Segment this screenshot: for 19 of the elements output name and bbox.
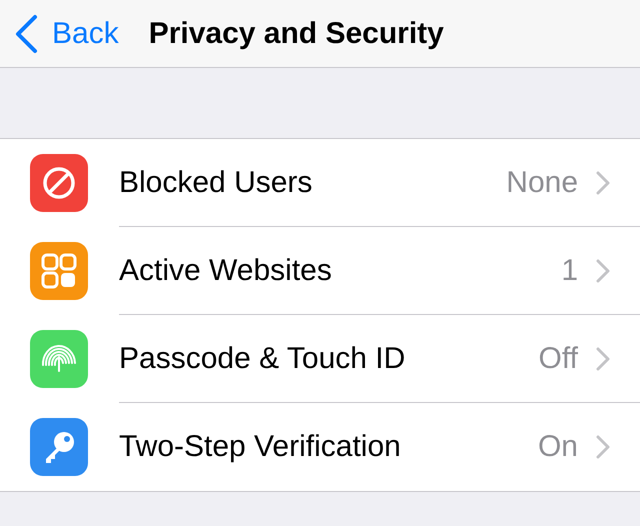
back-button[interactable]: Back [14,14,119,54]
setting-label: Two-Step Verification [119,430,402,464]
setting-value: None [506,166,578,200]
setting-label: Active Websites [119,254,333,288]
settings-row[interactable]: Two-Step Verification On [0,403,640,491]
setting-value: 1 [561,254,578,288]
setting-label: Blocked Users [119,166,314,200]
settings-row[interactable]: Active Websites 1 [0,227,640,315]
chevron-icon [596,171,610,195]
window-title: Privacy and Security [148,16,444,50]
chevron-icon [596,435,610,459]
setting-value: Off [538,342,578,376]
setting-label: Passcode & Touch ID [119,342,406,376]
setting-value: On [538,430,578,464]
back-chevron-icon [14,14,38,54]
chevron-icon [596,259,610,283]
chevron-icon [596,347,610,371]
settings-row[interactable]: Blocked Users None [0,139,640,227]
settings-row[interactable]: Passcode & Touch ID Off [0,315,640,403]
